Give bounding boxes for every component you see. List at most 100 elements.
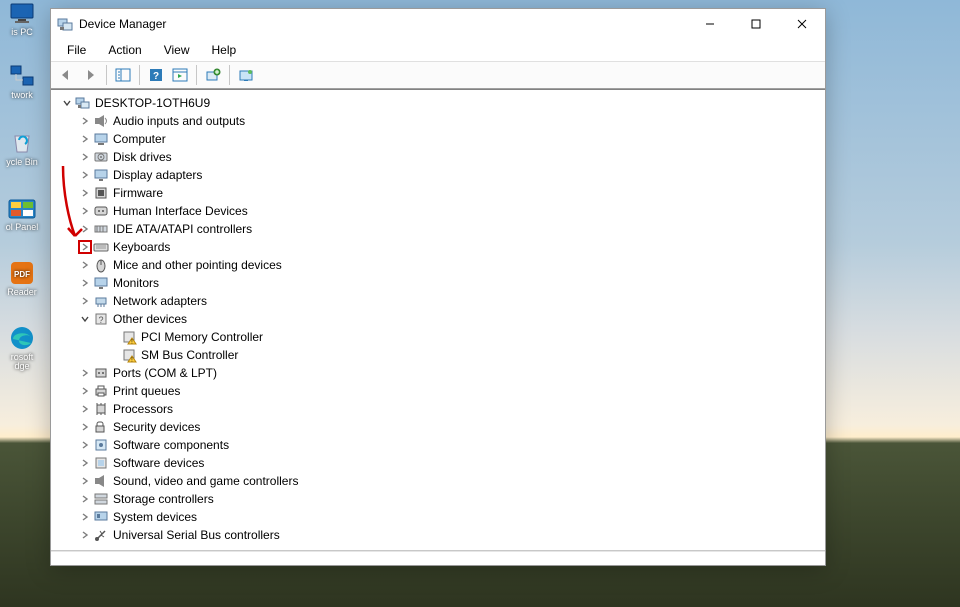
tree-expander[interactable] — [79, 223, 91, 235]
tree-expander[interactable] — [79, 421, 91, 433]
tree-expander[interactable] — [79, 367, 91, 379]
desktop-icon-edge[interactable]: rosoft dge — [2, 325, 42, 371]
toolbar: ? — [51, 61, 825, 89]
tree-category-node[interactable]: Audio inputs and outputs — [57, 112, 825, 130]
tree-expander[interactable] — [79, 169, 91, 181]
tree-device-node[interactable]: ! PCI Memory Controller — [57, 328, 825, 346]
monitor-icon — [93, 275, 109, 291]
tree-category-node[interactable]: IDE ATA/ATAPI controllers — [57, 220, 825, 238]
network-icon — [7, 63, 37, 89]
toolbar-separator — [196, 65, 197, 85]
tree-category-node[interactable]: Software components — [57, 436, 825, 454]
minimize-button[interactable] — [687, 9, 733, 39]
tree-category-node[interactable]: Display adapters — [57, 166, 825, 184]
toolbar-help-button[interactable]: ? — [145, 64, 167, 86]
tree-category-node[interactable]: Print queues — [57, 382, 825, 400]
menu-help[interactable]: Help — [202, 41, 247, 59]
tree-expander[interactable] — [61, 97, 73, 109]
menu-file[interactable]: File — [57, 41, 96, 59]
toolbar-add-hardware-button[interactable] — [235, 64, 257, 86]
tree-category-node[interactable]: Storage controllers — [57, 490, 825, 508]
desktop-icon-pdf[interactable]: PDF Reader — [2, 260, 42, 297]
disk-icon — [93, 149, 109, 165]
system-icon — [93, 509, 109, 525]
toolbar-back-button[interactable] — [55, 64, 77, 86]
tree-category-node[interactable]: Computer — [57, 130, 825, 148]
desktop-label: rosoft dge — [2, 353, 42, 371]
tree-expander[interactable] — [79, 151, 91, 163]
menu-view[interactable]: View — [154, 41, 200, 59]
edge-icon — [7, 325, 37, 351]
toolbar-scan-hardware-button[interactable] — [202, 64, 224, 86]
cpu-icon — [93, 401, 109, 417]
tree-expander[interactable] — [79, 439, 91, 451]
tree-category-node[interactable]: Network adapters — [57, 292, 825, 310]
tree-category-node[interactable]: Keyboards — [57, 238, 825, 256]
tree-category-node[interactable]: Disk drives — [57, 148, 825, 166]
desktop-icon-pc[interactable]: is PC — [2, 0, 42, 37]
tree-root-node[interactable]: DESKTOP-1OTH6U9 — [57, 94, 825, 112]
tree-node-label: Ports (COM & LPT) — [113, 366, 225, 380]
tree-category-node[interactable]: System devices — [57, 508, 825, 526]
tree-node-label: Universal Serial Bus controllers — [113, 528, 288, 542]
tree-expander[interactable] — [79, 457, 91, 469]
tree-category-node[interactable]: Human Interface Devices — [57, 202, 825, 220]
tree-expander[interactable] — [79, 403, 91, 415]
tree-category-node[interactable]: Mice and other pointing devices — [57, 256, 825, 274]
control-panel-icon — [7, 195, 37, 221]
desktop-label: is PC — [11, 28, 33, 37]
tree-expander[interactable] — [79, 259, 91, 271]
maximize-button[interactable] — [733, 9, 779, 39]
menu-action[interactable]: Action — [98, 41, 151, 59]
tree-expander[interactable] — [79, 385, 91, 397]
warn-icon: ! — [121, 347, 137, 363]
tree-category-node[interactable]: Ports (COM & LPT) — [57, 364, 825, 382]
desktop-label: ycle Bin — [6, 158, 38, 167]
warn-icon: ! — [121, 329, 137, 345]
tree-expander[interactable] — [79, 313, 91, 325]
tree-node-label: Software components — [113, 438, 237, 452]
desktop-icon-control-panel[interactable]: ol Panel — [2, 195, 42, 232]
desktop-icon-network[interactable]: twork — [2, 63, 42, 100]
firmware-icon — [93, 185, 109, 201]
tree-category-node[interactable]: Sound, video and game controllers — [57, 472, 825, 490]
tree-category-node[interactable]: Universal Serial Bus controllers — [57, 526, 825, 544]
tree-expander[interactable] — [79, 205, 91, 217]
tree-expander[interactable] — [79, 241, 91, 253]
tree-expander — [107, 349, 119, 361]
toolbar-properties-button[interactable] — [169, 64, 191, 86]
tree-category-node[interactable]: Security devices — [57, 418, 825, 436]
tree-expander[interactable] — [79, 475, 91, 487]
tree-expander[interactable] — [79, 511, 91, 523]
tree-node-label: Software devices — [113, 456, 212, 470]
toolbar-forward-button[interactable] — [79, 64, 101, 86]
usb-icon — [93, 527, 109, 543]
tree-expander[interactable] — [79, 277, 91, 289]
tree-category-node[interactable]: ?Other devices — [57, 310, 825, 328]
tree-expander[interactable] — [79, 295, 91, 307]
mouse-icon — [93, 257, 109, 273]
tree-expander[interactable] — [79, 529, 91, 541]
menubar: File Action View Help — [51, 39, 825, 61]
close-button[interactable] — [779, 9, 825, 39]
tree-expander[interactable] — [79, 493, 91, 505]
tree-expander[interactable] — [79, 115, 91, 127]
display-icon — [93, 167, 109, 183]
pdf-icon: PDF — [7, 260, 37, 286]
toolbar-show-hide-tree-button[interactable] — [112, 64, 134, 86]
desktop-icon-recycle-bin[interactable]: ycle Bin — [2, 130, 42, 167]
tree-node-label: PCI Memory Controller — [141, 330, 271, 344]
tree-category-node[interactable]: Firmware — [57, 184, 825, 202]
titlebar[interactable]: Device Manager — [51, 9, 825, 39]
toolbar-separator — [229, 65, 230, 85]
tree-node-label: Mice and other pointing devices — [113, 258, 290, 272]
tree-category-node[interactable]: Software devices — [57, 454, 825, 472]
pc-icon — [7, 0, 37, 26]
tree-category-node[interactable]: Monitors — [57, 274, 825, 292]
tree-expander[interactable] — [79, 133, 91, 145]
tree-category-node[interactable]: Processors — [57, 400, 825, 418]
device-tree[interactable]: DESKTOP-1OTH6U9Audio inputs and outputsC… — [51, 89, 825, 551]
tree-expander[interactable] — [79, 187, 91, 199]
tree-device-node[interactable]: !SM Bus Controller — [57, 346, 825, 364]
tree-expander — [107, 331, 119, 343]
